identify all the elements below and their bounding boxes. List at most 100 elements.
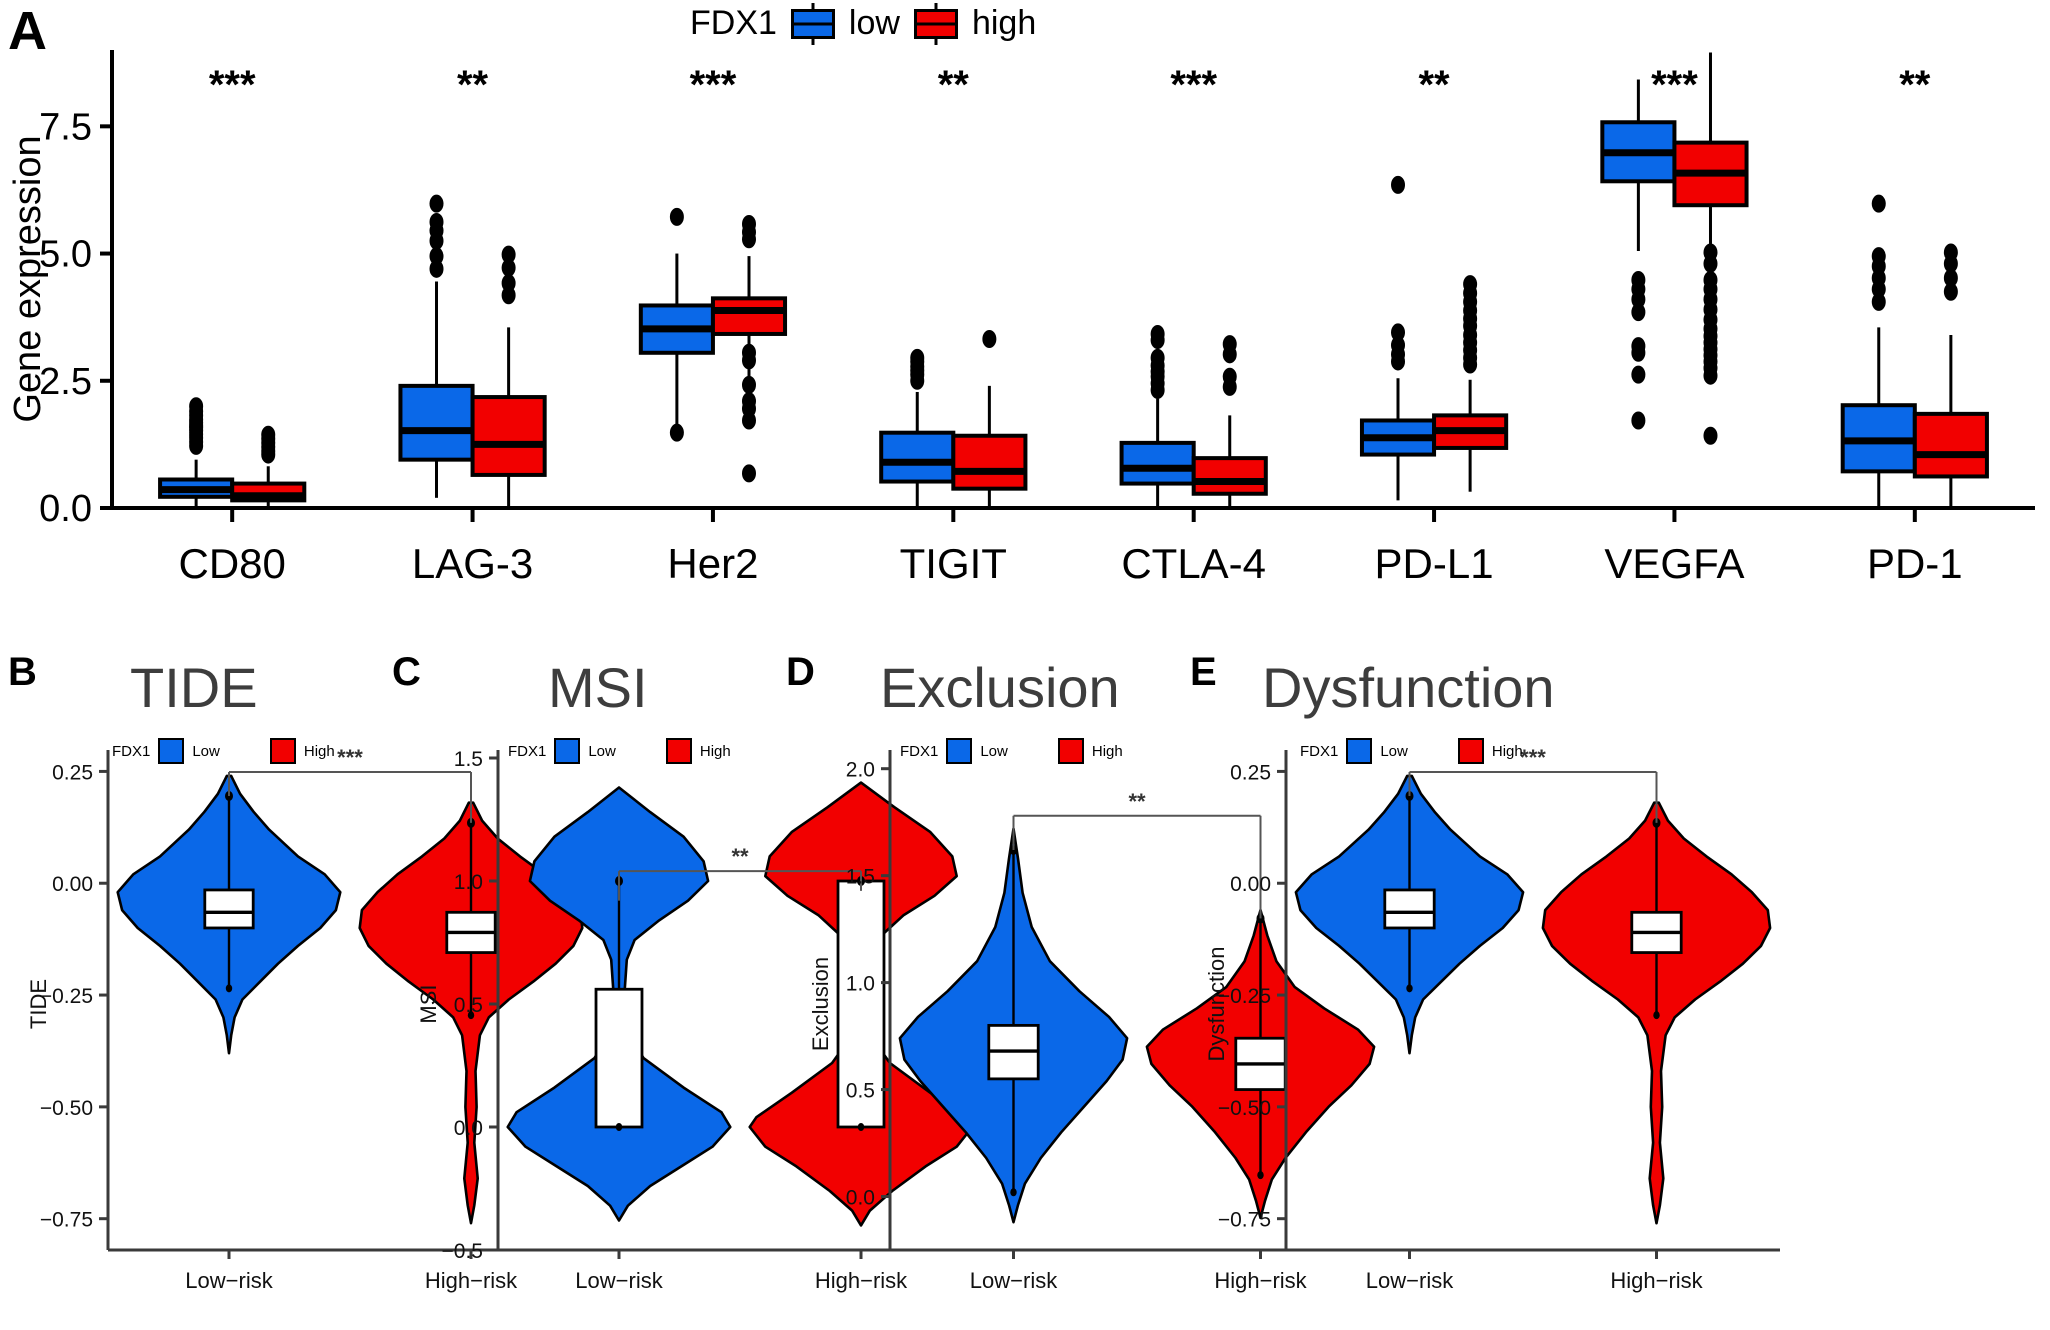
legend-title: FDX1 [1300,742,1339,760]
legend-label-low: Low [192,742,220,760]
panel-a-xtick-label: TIGIT [900,540,1007,587]
violin-ylabel: Dysfunction [1204,947,1229,1062]
legend-swatch-low [1346,738,1373,764]
panel-a-xtick-label: PD-1 [1867,540,1963,587]
panel-b-letter: B [8,650,37,694]
violin-ytick-label: 1.0 [846,973,875,996]
panel-a-significance-marker: ** [1418,63,1450,107]
panel-a-plot: 0.02.55.07.5Gene expressionCD80***LAG-3*… [7,50,2035,587]
legend-swatch-low [946,738,973,764]
violin-xtick-label: High−risk [815,1268,908,1293]
panel-b-legend: FDX1 Low High [112,738,335,764]
violin-xtick-label: High−risk [1214,1268,1307,1293]
panel-d-letter: D [786,650,815,694]
violin-xtick-label: Low−risk [1366,1268,1454,1293]
violin-significance-marker: *** [337,745,363,770]
violin-ytick-label: 0.5 [846,1080,875,1103]
legend-swatch-high [913,2,958,45]
panel-a-box [951,433,1028,491]
panel-c-legend: FDX1 Low High [508,738,731,764]
legend-swatch-high [1457,738,1484,764]
violin-ylabel: TIDE [26,979,51,1029]
violin-ytick-label: −0.75 [1218,1209,1271,1232]
legend-swatch-low [554,738,581,764]
legend-label-high: High [699,742,731,760]
legend-title: FDX1 [690,4,777,42]
violin-ytick-label: 0.5 [454,994,483,1017]
panel-a-xtick-label: LAG-3 [412,540,533,587]
panel-a-legend: FDX1 low high [690,2,1037,45]
panel-a-significance-marker: *** [1651,63,1698,107]
panel-a-significance-marker: ** [457,63,489,107]
legend-label-low: Low [1380,742,1408,760]
panel-e-letter: E [1190,650,1217,694]
panel-a-box [398,383,475,462]
panel-a-box [470,395,547,477]
violin-ylabel: Exclusion [808,957,833,1051]
legend-swatch-high [1057,738,1084,764]
panel-d-title: Exclusion [880,656,1120,719]
panel-a-significance-marker: ** [1899,63,1931,107]
violin-ytick-label: 0.0 [846,1187,875,1210]
legend-title: FDX1 [900,742,939,760]
legend-title: FDX1 [508,742,547,760]
panel-a-ylabel: Gene expression [7,135,49,422]
legend-label-high: High [1091,742,1123,760]
legend-label-low: Low [980,742,1008,760]
panel-a-box [1912,411,1989,479]
panel-a-box [1191,456,1268,496]
violin-ytick-label: 0.25 [1230,761,1271,784]
violin-xtick-label: Low−risk [185,1268,273,1293]
violin-ytick-label: 0.0 [454,1117,483,1140]
violin-significance-marker: ** [731,844,749,869]
panel-a-xtick-label: Her2 [667,540,758,587]
panel-a-significance-marker: ** [938,63,970,107]
violin-xtick-label: Low−risk [575,1268,663,1293]
panel-a-xtick-label: CTLA-4 [1121,540,1266,587]
panel-a-xtick-label: PD-L1 [1375,540,1494,587]
violin-xtick-label: High−risk [1610,1268,1703,1293]
panel-a-box [710,296,788,336]
violin-ytick-label: −0.50 [1218,1097,1271,1120]
violin-ytick-label: 0.00 [52,873,93,896]
panel-c-title: MSI [548,656,648,719]
violin-ytick-label: 1.5 [454,748,483,771]
legend-label-high: High [1491,742,1523,760]
panel-a-significance-marker: *** [209,63,256,107]
panel-a-ytick-label: 0.0 [39,488,92,530]
violin-xtick-label: High−risk [425,1268,518,1293]
violin-ytick-label: −0.5 [442,1240,483,1263]
violin-significance-marker: *** [1520,745,1546,770]
panel-a-significance-marker: *** [1170,63,1217,107]
legend-swatch-high [665,738,692,764]
violin-ylabel: MSI [416,984,441,1023]
legend-swatch-high [269,738,296,764]
legend-label-low: low [848,4,900,42]
legend-swatch-low [158,738,185,764]
panel-a-box [879,430,956,484]
panel-e-legend: FDX1 Low High [1300,738,1523,764]
violin-ytick-label: 1.5 [846,866,875,889]
legend-label-high: high [971,4,1037,42]
violin-ytick-label: 0.00 [1230,873,1271,896]
legend-title: FDX1 [112,742,151,760]
panel-b-title: TIDE [130,656,258,719]
legend-swatch-low [790,2,835,45]
violin-xtick-label: Low−risk [970,1268,1058,1293]
panel-a-box [1119,440,1196,486]
legend-label-high: High [303,742,335,760]
figure-root: A FDX1 low high 0.0 2.5 5.0 7.5 Gene express… [0,0,2050,1329]
violin-inner-box [594,987,644,1129]
violin-ytick-label: 1.0 [454,871,483,894]
violin-inner-box [1383,888,1436,930]
panel-c-letter: C [392,650,421,694]
violin-ytick-label: −0.75 [40,1209,93,1232]
panel-d-legend: FDX1 Low High [900,738,1123,764]
violin-inner-box [203,888,255,930]
panels-bcde-plot: 0.250.00−0.25−0.50−0.75TIDELow−risk High−… [26,745,1780,1293]
violin-ytick-label: 2.0 [846,759,875,782]
panel-a-xtick-label: VEGFA [1604,540,1744,587]
panel-a-xtick-label: CD80 [178,540,285,587]
panel-e-title: Dysfunction [1262,656,1555,719]
violin-significance-marker: ** [1128,789,1146,814]
